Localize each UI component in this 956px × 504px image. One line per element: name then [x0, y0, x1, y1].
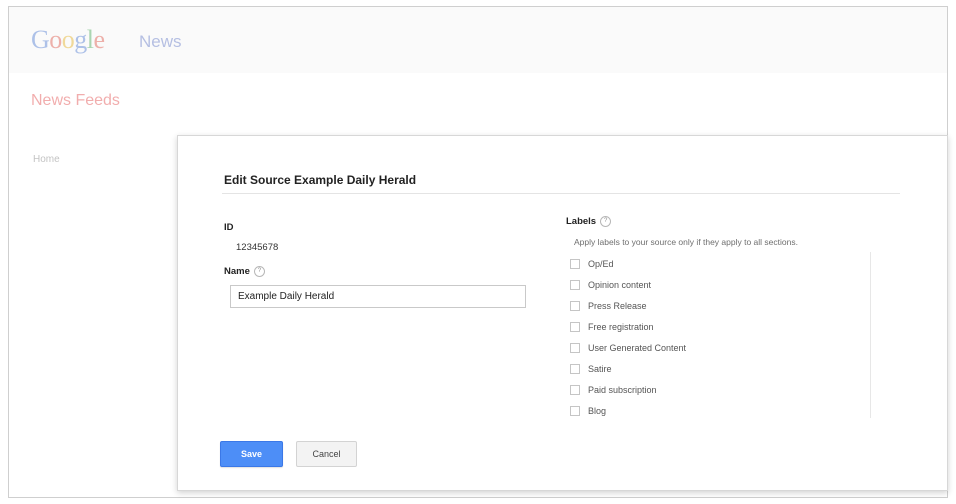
logo-letter: o	[61, 25, 75, 54]
logo-letter: e	[93, 25, 106, 54]
checkbox-label: Blog	[588, 406, 607, 416]
logo-letter: G	[31, 25, 50, 54]
labels-label: Labels	[566, 216, 597, 227]
checkbox[interactable]	[570, 343, 580, 353]
checkbox[interactable]	[570, 301, 580, 311]
checkbox[interactable]	[570, 280, 580, 290]
save-button[interactable]: Save	[220, 441, 283, 467]
checkbox-row-paid-subscription[interactable]: Paid subscription	[570, 382, 657, 398]
google-logo[interactable]: Google	[31, 25, 105, 55]
checkbox[interactable]	[570, 322, 580, 332]
product-name: News	[139, 32, 182, 51]
page-title: News Feeds	[31, 92, 120, 109]
id-value: 12345678	[236, 242, 279, 253]
checkbox-label: Opinion content	[588, 280, 652, 290]
checkbox[interactable]	[570, 364, 580, 374]
checkbox-row-user-generated-content[interactable]: User Generated Content	[570, 340, 686, 356]
checkbox-row-op-ed[interactable]: Op/Ed	[570, 256, 614, 272]
checkbox-label: Satire	[588, 364, 612, 374]
help-icon[interactable]: ?	[600, 216, 612, 227]
logo-letter: l	[86, 25, 94, 54]
checkbox-row-free-registration[interactable]: Free registration	[570, 319, 654, 335]
logo-letter: g	[74, 25, 87, 54]
checkbox-row-opinion-content[interactable]: Opinion content	[570, 277, 651, 293]
help-icon[interactable]: ?	[253, 266, 265, 277]
checkbox[interactable]	[570, 259, 580, 269]
name-label: Name	[224, 266, 250, 277]
title-divider	[222, 193, 900, 194]
checkbox-label: Press Release	[588, 301, 647, 311]
edit-source-dialog: Edit Source Example Daily Herald ID 1234…	[177, 135, 948, 491]
checkbox-label: Paid subscription	[588, 385, 657, 395]
checkbox-row-blog[interactable]: Blog	[570, 403, 606, 419]
name-field[interactable]	[230, 285, 526, 308]
cancel-button[interactable]: Cancel	[296, 441, 357, 467]
checkbox-row-press-release[interactable]: Press Release	[570, 298, 647, 314]
page-frame: Google News News Feeds Home Edit Source …	[8, 6, 948, 498]
checkbox-row-satire[interactable]: Satire	[570, 361, 612, 377]
labels-hint: Apply labels to your source only if they…	[574, 237, 798, 247]
id-label: ID	[224, 222, 234, 233]
name-label-group: Name?	[224, 266, 265, 277]
checkbox[interactable]	[570, 385, 580, 395]
logo-letter: o	[49, 25, 62, 54]
labels-label-group: Labels?	[566, 216, 612, 227]
checkbox-label: User Generated Content	[588, 343, 687, 353]
top-bar: Google News	[9, 7, 947, 73]
checkbox[interactable]	[570, 406, 580, 416]
checkbox-label: Op/Ed	[588, 259, 614, 269]
checkbox-label: Free registration	[588, 322, 654, 332]
labels-checkbox-list: Op/Ed Opinion content Press Release Free…	[566, 252, 871, 418]
dialog-title: Edit Source Example Daily Herald	[224, 173, 417, 187]
sidebar-item-home[interactable]: Home	[33, 154, 60, 165]
